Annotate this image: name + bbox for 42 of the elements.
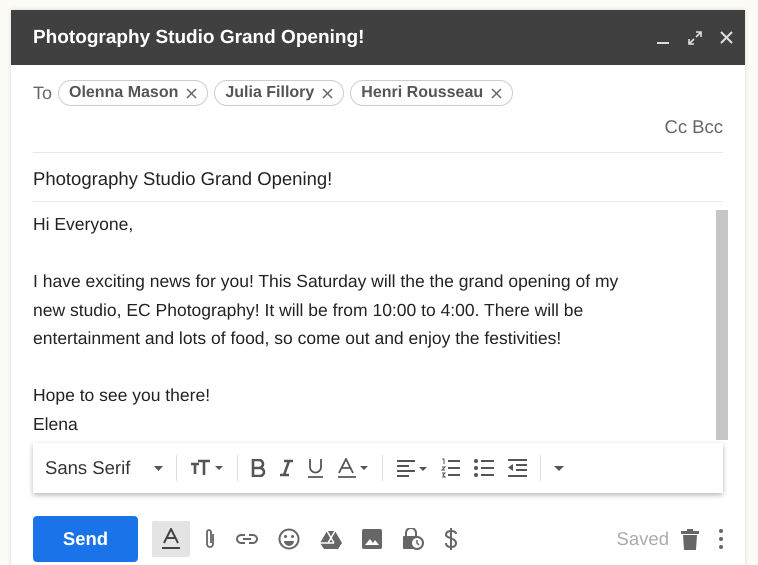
- cc-link[interactable]: Cc: [664, 116, 688, 138]
- underline-icon[interactable]: [307, 458, 324, 478]
- bcc-link[interactable]: Bcc: [692, 116, 723, 138]
- recipient-chip[interactable]: Henri Rousseau: [350, 80, 514, 106]
- formatting-toggle[interactable]: [152, 521, 190, 557]
- to-label: To: [33, 82, 52, 104]
- text-format-icon: [161, 528, 181, 550]
- more-options-icon[interactable]: [719, 529, 723, 549]
- emoji-icon[interactable]: [278, 528, 300, 550]
- image-icon[interactable]: [362, 529, 382, 549]
- dollar-icon[interactable]: [444, 528, 458, 550]
- expand-icon[interactable]: [688, 30, 702, 44]
- text-size-icon[interactable]: [190, 459, 224, 477]
- link-icon[interactable]: [236, 533, 258, 545]
- more-options-caret-icon[interactable]: [554, 466, 564, 470]
- numbered-list-icon[interactable]: [441, 458, 462, 478]
- body-paragraph: I have exciting news for you! This Saturday will the the grand opening of my new studio, EC Photography! It will be from 10:00 to 4:00. There will be entertainment and lots of food, so come out and enjoy the festivities!: [33, 270, 618, 350]
- italic-icon[interactable]: [279, 459, 294, 477]
- trash-icon[interactable]: [681, 528, 699, 550]
- subject-field[interactable]: Photography Studio Grand Opening!: [33, 152, 723, 202]
- triangle-logo-icon[interactable]: [320, 530, 342, 548]
- body-paragraph: Hi Everyone,: [33, 213, 134, 236]
- font-dropdown[interactable]: Sans Serif: [45, 457, 164, 479]
- remove-icon[interactable]: [186, 88, 198, 98]
- text-color-icon[interactable]: [337, 458, 370, 478]
- saved-status: Saved: [616, 528, 669, 550]
- scrollbar-thumb[interactable]: [716, 210, 728, 440]
- bold-icon[interactable]: [251, 459, 266, 477]
- close-icon[interactable]: [720, 31, 733, 44]
- window-title: Photography Studio Grand Opening!: [33, 26, 366, 48]
- bulleted-list-icon[interactable]: [474, 459, 494, 477]
- remove-icon[interactable]: [322, 88, 334, 98]
- send-button[interactable]: Send: [33, 516, 138, 562]
- indent-less-icon[interactable]: [507, 459, 528, 477]
- caret-icon: [154, 466, 164, 470]
- lock-clock-icon[interactable]: [402, 528, 424, 550]
- align-icon[interactable]: [396, 459, 428, 477]
- attach-icon[interactable]: [204, 528, 216, 550]
- recipient-chip[interactable]: Julia Fillory: [214, 80, 344, 106]
- remove-icon[interactable]: [491, 88, 502, 98]
- recipient-chip[interactable]: Olenna Mason: [58, 80, 208, 106]
- body-paragraph: Hope to see you there! Elena: [33, 384, 212, 436]
